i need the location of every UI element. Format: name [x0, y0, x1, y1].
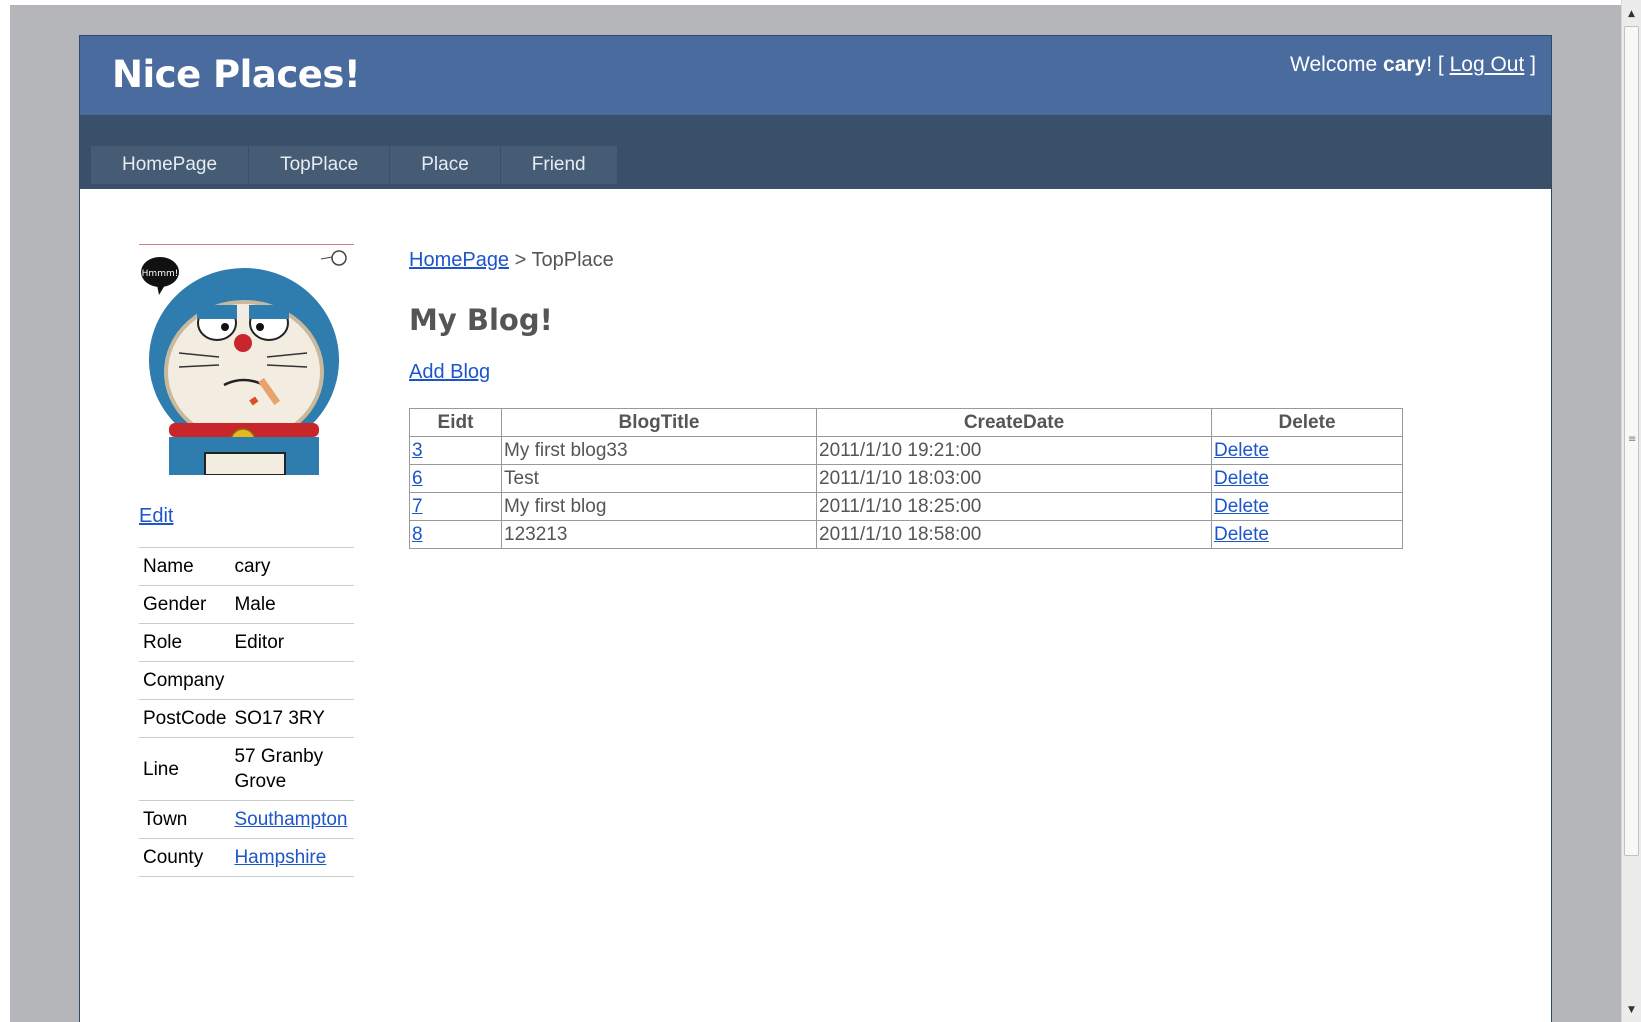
site-title: Nice Places!	[112, 53, 361, 96]
profile-key: County	[139, 838, 231, 877]
profile-key: Line	[139, 737, 231, 801]
profile-value: cary	[230, 547, 354, 586]
edit-profile-link[interactable]: Edit	[139, 505, 173, 528]
edit-cell: 3	[409, 436, 502, 465]
scroll-down-icon[interactable]: ▼	[1622, 1000, 1641, 1020]
profile-key: Role	[139, 623, 231, 662]
profile-row-gender: Gender Male	[139, 585, 354, 624]
page-container: Nice Places! Welcome cary! [ Log Out ] H…	[79, 35, 1552, 1022]
main-menu: HomePage TopPlace Place Friend	[91, 146, 618, 184]
profile-key: Gender	[139, 585, 231, 624]
profile-row-postcode: PostCode SO17 3RY	[139, 699, 354, 738]
table-header-row: Eidt BlogTitle CreateDate Delete	[409, 408, 1403, 437]
title-cell: My first blog	[501, 492, 817, 521]
delete-blog-link[interactable]: Delete	[1214, 496, 1269, 517]
profile-value	[230, 661, 354, 700]
profile-key: Name	[139, 547, 231, 586]
delete-blog-link[interactable]: Delete	[1214, 468, 1269, 489]
scrollbar-thumb[interactable]: ≡	[1624, 26, 1639, 856]
column-header-delete: Delete	[1211, 408, 1403, 437]
profile-value-cell: Hampshire	[230, 838, 354, 877]
avatar-image: Hmmm!	[139, 245, 354, 476]
delete-cell: Delete	[1211, 464, 1403, 493]
profile-row-county: County Hampshire	[139, 838, 354, 877]
edit-blog-link[interactable]: 8	[412, 524, 423, 545]
title-cell: 123213	[501, 520, 817, 549]
title-cell: Test	[501, 464, 817, 493]
profile-key: Town	[139, 800, 231, 839]
breadcrumb: HomePage > TopPlace	[409, 249, 614, 272]
profile-value: Male	[230, 585, 354, 624]
bracket-close: ]	[1524, 53, 1536, 76]
menu-tab-place[interactable]: Place	[390, 146, 501, 184]
edit-cell: 8	[409, 520, 502, 549]
logout-link[interactable]: Log Out	[1450, 53, 1525, 76]
delete-blog-link[interactable]: Delete	[1214, 440, 1269, 461]
breadcrumb-separator: >	[509, 249, 532, 271]
date-cell: 2011/1/10 18:03:00	[816, 464, 1212, 493]
table-row: 7 My first blog 2011/1/10 18:25:00 Delet…	[409, 492, 1403, 521]
profile-row-line: Line 57 Granby Grove	[139, 737, 354, 801]
avatar-bubble-text: Hmmm!	[142, 269, 179, 279]
profile-table: Name cary Gender Male Role Editor Company P…	[139, 547, 354, 877]
profile-value-cell: Southampton	[230, 800, 354, 839]
profile-row-role: Role Editor	[139, 623, 354, 662]
page-title: My Blog!	[409, 303, 553, 337]
window-top-edge	[0, 0, 1641, 5]
scroll-grip-icon: ≡	[1628, 434, 1637, 445]
profile-row-town: Town Southampton	[139, 800, 354, 839]
welcome-prefix: Welcome	[1290, 53, 1384, 76]
edit-cell: 6	[409, 464, 502, 493]
delete-cell: Delete	[1211, 520, 1403, 549]
vertical-scrollbar[interactable]: ▲ ≡ ▼	[1621, 0, 1641, 1022]
profile-key: Company	[139, 661, 231, 700]
table-row: 6 Test 2011/1/10 18:03:00 Delete	[409, 464, 1403, 493]
county-link[interactable]: Hampshire	[234, 847, 326, 868]
profile-value: Editor	[230, 623, 354, 662]
profile-key: PostCode	[139, 699, 231, 738]
delete-cell: Delete	[1211, 436, 1403, 465]
nav-bar: HomePage TopPlace Place Friend	[80, 115, 1551, 189]
menu-tab-homepage[interactable]: HomePage	[91, 146, 250, 184]
column-header-title: BlogTitle	[501, 408, 817, 437]
profile-row-company: Company	[139, 661, 354, 700]
delete-blog-link[interactable]: Delete	[1214, 524, 1269, 545]
column-header-date: CreateDate	[816, 408, 1212, 437]
username: cary	[1383, 53, 1427, 76]
edit-blog-link[interactable]: 7	[412, 496, 423, 517]
scroll-up-icon[interactable]: ▲	[1622, 4, 1641, 24]
date-cell: 2011/1/10 18:25:00	[816, 492, 1212, 521]
edit-blog-link[interactable]: 6	[412, 468, 423, 489]
blog-table: Eidt BlogTitle CreateDate Delete 3 My fi…	[409, 408, 1403, 549]
town-link[interactable]: Southampton	[234, 809, 347, 830]
welcome-suffix: ! [	[1426, 53, 1450, 76]
breadcrumb-home-link[interactable]: HomePage	[409, 249, 509, 271]
breadcrumb-current: TopPlace	[531, 249, 614, 271]
delete-cell: Delete	[1211, 492, 1403, 521]
profile-row-name: Name cary	[139, 547, 354, 586]
site-header: Nice Places! Welcome cary! [ Log Out ]	[80, 36, 1551, 115]
add-blog-link[interactable]: Add Blog	[409, 361, 490, 384]
login-display: Welcome cary! [ Log Out ]	[1290, 53, 1536, 77]
title-cell: My first blog33	[501, 436, 817, 465]
column-header-edit: Eidt	[409, 408, 502, 437]
window-left-edge	[0, 0, 10, 1022]
profile-value: SO17 3RY	[230, 699, 354, 738]
menu-tab-topplace[interactable]: TopPlace	[249, 146, 391, 184]
date-cell: 2011/1/10 18:58:00	[816, 520, 1212, 549]
profile-value: 57 Granby Grove	[230, 737, 354, 801]
menu-tab-friend[interactable]: Friend	[500, 146, 618, 184]
edit-blog-link[interactable]: 3	[412, 440, 423, 461]
edit-cell: 7	[409, 492, 502, 521]
date-cell: 2011/1/10 19:21:00	[816, 436, 1212, 465]
avatar: Hmmm!	[139, 244, 354, 476]
table-row: 8 123213 2011/1/10 18:58:00 Delete	[409, 520, 1403, 549]
table-row: 3 My first blog33 2011/1/10 19:21:00 Del…	[409, 436, 1403, 465]
